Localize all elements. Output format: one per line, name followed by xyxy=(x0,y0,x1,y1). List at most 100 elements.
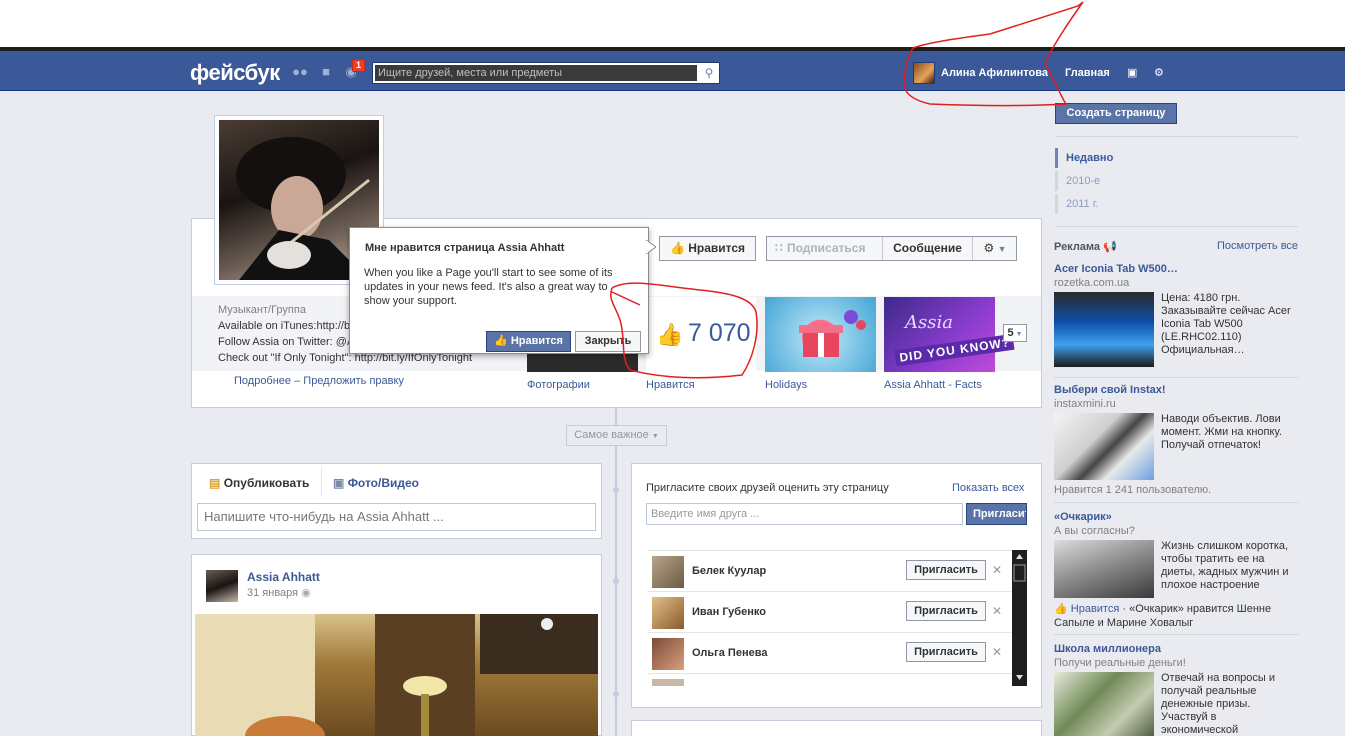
list-item: Белек Куулар Пригласить ✕ xyxy=(647,551,1012,592)
holidays-app-tile[interactable] xyxy=(765,297,876,372)
ad-source[interactable]: А вы согласны? xyxy=(1054,525,1135,537)
friend-name[interactable]: Иван Губенко xyxy=(692,606,766,618)
invite-friend-input[interactable]: Введите имя друга ... xyxy=(646,503,963,525)
ads-see-all-link[interactable]: Посмотреть все xyxy=(1217,240,1298,252)
popup-title: Мне нравится страница Assia Ahhatt xyxy=(365,242,565,254)
ad-source[interactable]: rozetka.com.ua xyxy=(1054,277,1129,289)
invite-show-all-link[interactable]: Показать всех xyxy=(952,482,1024,494)
ad-image[interactable] xyxy=(1054,413,1154,480)
popup-arrow xyxy=(646,240,656,254)
home-link[interactable]: Главная xyxy=(1065,67,1110,79)
close-icon[interactable]: ✕ xyxy=(992,604,1002,618)
megaphone-icon: 📢 xyxy=(1103,241,1117,253)
page-like-button[interactable]: 👍 Нравится xyxy=(659,236,756,261)
post-photo[interactable] xyxy=(195,614,598,736)
ads-heading: Реклама 📢 xyxy=(1054,241,1117,253)
timeline-dot xyxy=(613,691,619,697)
ad-text[interactable]: Жизнь слишком коротка, чтобы тратить ее … xyxy=(1161,540,1296,592)
top-white-strip xyxy=(0,0,1345,48)
composer-input[interactable]: Напишите что-нибудь на Assia Ahhatt ... xyxy=(197,503,596,531)
tile-label-holidays[interactable]: Holidays xyxy=(765,379,807,391)
list-item: Иван Губенко Пригласить ✕ xyxy=(647,592,1012,633)
friend-avatar[interactable] xyxy=(652,597,684,629)
timeline-year-recent[interactable]: Недавно xyxy=(1055,148,1300,168)
friend-avatar[interactable] xyxy=(652,638,684,670)
invite-friend-button[interactable]: Пригласить xyxy=(906,642,986,662)
ad-like-link[interactable]: Нравится xyxy=(1071,603,1120,615)
invite-title: Пригласите своих друзей оценить эту стра… xyxy=(646,482,889,494)
account-settings-icon[interactable]: ⚙ xyxy=(1154,66,1164,79)
ad-text[interactable]: Наводи объектив. Лови момент. Жми на кно… xyxy=(1161,413,1296,452)
composer-tab-photo[interactable]: ▣ Фото/Видео xyxy=(333,476,419,490)
ad-title[interactable]: «Очкарик» xyxy=(1054,511,1112,523)
friend-avatar[interactable] xyxy=(652,556,684,588)
suggest-edit-link[interactable]: – Предложить правку xyxy=(294,375,404,387)
friend-invite-list: Белек Куулар Пригласить ✕ Иван Губенко П… xyxy=(647,550,1028,686)
popup-text: When you like a Page you'll start to see… xyxy=(364,267,613,307)
subscribe-button[interactable]: ∷ Подписаться xyxy=(767,237,882,260)
friend-list-scrollbar[interactable] xyxy=(1012,550,1027,686)
user-name-link[interactable]: Алина Афилинтова xyxy=(941,67,1048,79)
ad-title[interactable]: Школа миллионера xyxy=(1054,643,1161,655)
like-thumb-icon: 👍 xyxy=(1054,603,1068,615)
status-icon: ▤ xyxy=(209,476,221,490)
ad-text[interactable]: Цена: 4180 грн. Заказывайте сейчас Acer … xyxy=(1161,292,1296,357)
more-link[interactable]: Подробнее xyxy=(234,375,291,387)
photo-icon: ▣ xyxy=(333,476,345,490)
friend-requests-icon[interactable]: ●● xyxy=(292,65,308,79)
popup-like-button[interactable]: 👍 Нравится xyxy=(486,331,571,352)
gift-art xyxy=(799,310,866,357)
invite-friend-button[interactable]: Пригласить xyxy=(906,560,986,580)
about-line: Available on iTunes:http://b xyxy=(218,320,351,332)
like-thumb-icon: 👍 xyxy=(656,322,684,347)
notifications-badge: 1 xyxy=(352,59,366,72)
page-category: Музыкант/Группа xyxy=(218,304,306,316)
ad-image[interactable] xyxy=(1054,672,1154,736)
close-icon[interactable]: ✕ xyxy=(992,563,1002,577)
ad-text[interactable]: Отвечай на вопросы и получай реальные де… xyxy=(1161,672,1296,736)
rss-icon: ∷ xyxy=(775,241,783,255)
search-icon[interactable]: ⚲ xyxy=(700,64,718,82)
timeline-year-2011[interactable]: 2011 г. xyxy=(1055,194,1300,214)
user-avatar[interactable] xyxy=(913,62,935,84)
ad-image[interactable] xyxy=(1054,292,1154,367)
post-author-avatar[interactable] xyxy=(206,570,238,602)
tile-label-likes[interactable]: Нравится xyxy=(646,379,695,391)
ad-title[interactable]: Выбери свой Instax! xyxy=(1054,384,1166,396)
scrollbar-parts xyxy=(1013,554,1026,680)
page-settings-dropdown[interactable]: ⚙ ▼ xyxy=(974,237,1016,260)
timeline-filter-dropdown[interactable]: Самое важное ▼ xyxy=(566,425,667,446)
globe-icon: ◉ xyxy=(301,587,311,599)
privacy-shortcuts-icon[interactable]: ▣ xyxy=(1127,66,1137,79)
message-button[interactable]: Сообщение xyxy=(882,237,973,260)
divider xyxy=(1055,136,1298,137)
friend-avatar[interactable] xyxy=(652,679,684,686)
messages-icon[interactable]: ■ xyxy=(318,65,334,79)
facebook-logo[interactable]: фейсбук xyxy=(190,60,280,86)
post-author[interactable]: Assia Ahhatt xyxy=(247,570,320,584)
post-date[interactable]: 31 января ◉ xyxy=(247,586,311,599)
tile-label-facts[interactable]: Assia Ahhatt - Facts xyxy=(884,379,982,391)
divider xyxy=(1055,226,1298,227)
create-page-button[interactable]: Создать страницу xyxy=(1055,103,1177,124)
ad-title[interactable]: Acer Iconia Tab W500… xyxy=(1054,263,1178,275)
ad-source[interactable]: Получи реальные деньги! xyxy=(1054,657,1186,669)
popup-close-button[interactable]: Закрыть xyxy=(575,331,641,352)
list-item: Ольга Пенева Пригласить ✕ xyxy=(647,633,1012,674)
search-input[interactable]: Ищите друзей, места или предметы xyxy=(375,65,697,81)
tile-label-photos[interactable]: Фотографии xyxy=(527,379,590,391)
chevron-down-icon: ▼ xyxy=(651,433,659,440)
ad-image[interactable] xyxy=(1054,540,1154,598)
facts-logo: Assia xyxy=(905,312,953,333)
divider xyxy=(1054,502,1299,503)
ad-source[interactable]: instaxmini.ru xyxy=(1054,398,1116,410)
invite-friend-button[interactable]: Пригласить xyxy=(906,601,986,621)
composer-tab-status[interactable]: ▤ Опубликовать xyxy=(209,476,309,490)
invite-button[interactable]: Пригласить xyxy=(966,503,1027,525)
likes-count: 7 070 xyxy=(688,319,751,347)
close-icon[interactable]: ✕ xyxy=(992,645,1002,659)
timeline-year-2010s[interactable]: 2010-е xyxy=(1055,171,1300,191)
friend-name[interactable]: Ольга Пенева xyxy=(692,647,767,659)
friend-name[interactable]: Белек Куулар xyxy=(692,565,766,577)
apps-more-dropdown[interactable]: 5 ▼ xyxy=(1003,324,1027,342)
